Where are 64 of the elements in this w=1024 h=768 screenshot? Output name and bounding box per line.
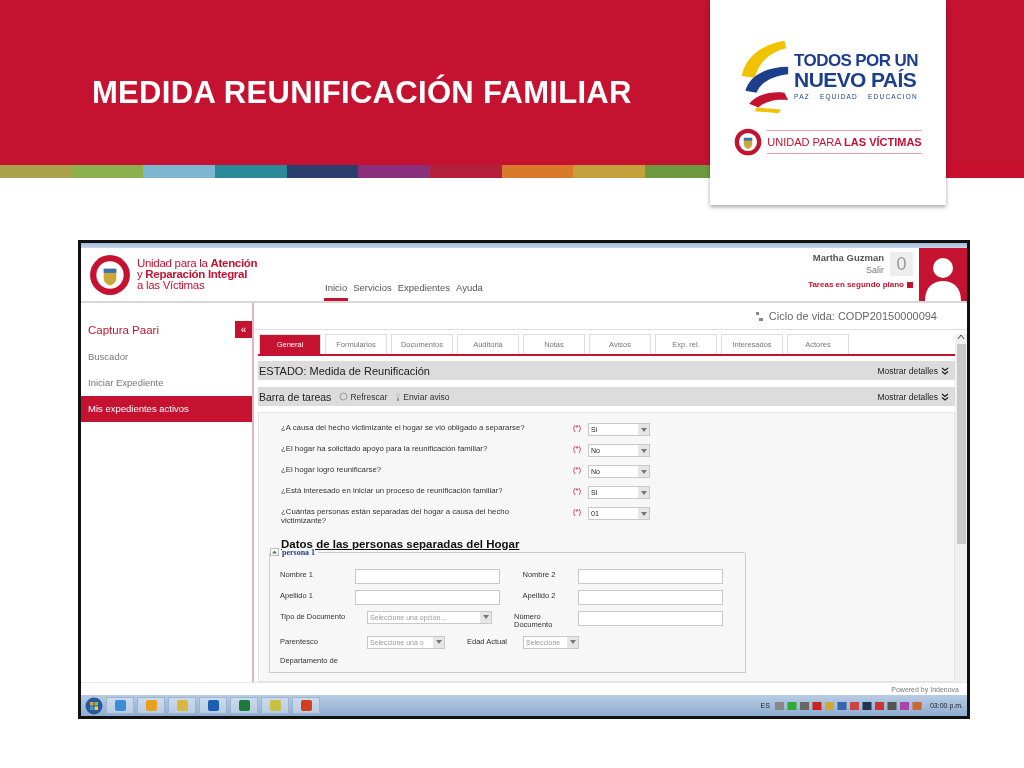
person-silhouette-icon [923, 255, 963, 301]
unit-name: UNIDAD PARA LAS VÍCTIMAS [767, 130, 922, 154]
app-icon [114, 700, 126, 711]
nav-link[interactable]: Expedientes [396, 282, 452, 301]
text-field[interactable] [578, 568, 723, 584]
taskbar-app-button[interactable] [292, 697, 320, 714]
seal-icon [89, 253, 131, 296]
scroll-up-icon[interactable] [957, 334, 965, 340]
scrollbar[interactable] [955, 334, 967, 682]
caret-icon [638, 424, 649, 435]
text-field[interactable] [578, 610, 723, 626]
sidebar-item[interactable]: Iniciar Expediente [81, 370, 252, 396]
tree-icon [755, 311, 763, 321]
background-tasks-link[interactable]: Tareas en segundo plano [808, 280, 913, 289]
double-chevron-icon [941, 392, 949, 401]
app-logo-text: Unidad para la Atención y Reparación Integral a las Víctimas [137, 258, 258, 291]
notification-counter: 0 [890, 252, 913, 276]
text-field[interactable] [355, 568, 501, 584]
tagline-text: TODOS POR UN [794, 52, 918, 69]
nav-link[interactable]: Inicio [324, 282, 349, 301]
slide-title: MEDIDA REUNIFICACIÓN FAMILIAR [92, 74, 632, 111]
collapse-button[interactable]: « [235, 321, 252, 338]
caret-icon [638, 445, 649, 456]
caret-icon [638, 487, 649, 498]
nav-link[interactable]: Servicios [352, 282, 393, 301]
app-icon [207, 700, 219, 711]
tagline-text: NUEVO PAÍS [794, 69, 918, 90]
nav-link[interactable]: Ayuda [455, 282, 484, 301]
caret-icon [567, 636, 578, 648]
app-icon [176, 700, 188, 711]
lifecycle-label: Ciclo de vida: CODP20150000094 [768, 310, 937, 322]
taskbar-app-button[interactable] [106, 697, 134, 714]
refresh-icon [339, 392, 349, 401]
text-field[interactable] [355, 589, 501, 605]
square-icon [907, 281, 913, 288]
double-chevron-icon [941, 366, 949, 375]
bulb-icon [395, 392, 402, 401]
logout-link[interactable]: Salir [866, 265, 884, 275]
section-heading: Datos de las personas separadas del Hogar [281, 537, 521, 550]
app-icon [238, 700, 250, 711]
fieldset-legend: persona 1 [282, 547, 316, 557]
caret-icon [638, 466, 649, 477]
task-action-link[interactable]: Enviar aviso [395, 391, 450, 402]
status-text: ESTADO: Medida de Reunificación [259, 364, 430, 377]
caret-icon [433, 636, 444, 648]
text-field[interactable] [578, 589, 723, 605]
start-button[interactable] [85, 696, 103, 715]
user-name: Martha Guzman [812, 252, 884, 263]
show-details-link[interactable]: Mostrar detalles [877, 365, 949, 376]
caret-icon [638, 508, 649, 519]
seal-icon [734, 128, 763, 156]
caret-icon [480, 611, 491, 623]
show-details-link[interactable]: Mostrar detalles [877, 391, 949, 402]
sidebar-title: Captura Paari [88, 323, 159, 336]
taskbar-app-button[interactable] [199, 697, 227, 714]
task-bar-label: Barra de tareas [259, 390, 332, 403]
sidebar-item[interactable]: Buscador [81, 344, 252, 370]
sidebar-item[interactable]: Mis expedientes activos [81, 396, 252, 422]
taskbar-app-button[interactable] [230, 697, 258, 714]
app-icon [269, 700, 281, 711]
app-icon [145, 700, 157, 711]
collapse-icon[interactable] [270, 548, 279, 557]
app-icon [300, 700, 312, 711]
task-action-link[interactable]: Refrescar [339, 391, 388, 402]
